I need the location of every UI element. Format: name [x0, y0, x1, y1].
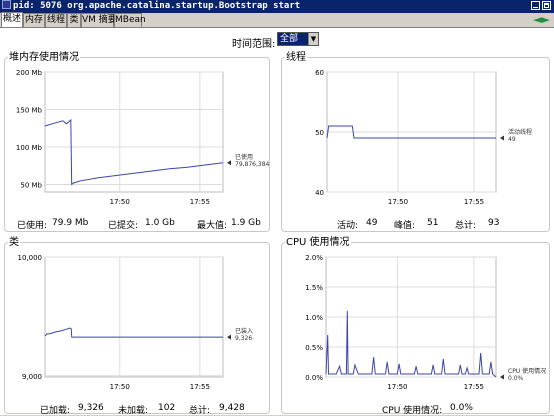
- classes-y-tick-label: 9,000: [22, 373, 42, 381]
- classes-loaded-label: 已加载:: [40, 406, 71, 416]
- classes-panel: 类 10,000 9,000 17:50 17:55 已装入 9,326 已加载: 9,3…: [4, 237, 271, 416]
- classes-legend-marker: [227, 334, 231, 340]
- heap-y-tick-label: 100 Mb: [16, 144, 43, 152]
- heap-x-tick-label: 17:50: [110, 198, 130, 206]
- threads-panel: 线程 60 50 40 17:50 17:55 活动线程 49 活动: 49 峰值: 51 …: [281, 52, 551, 232]
- threads-legend-marker: [500, 135, 504, 141]
- heap-stats: 已使用: 79.9 Mb 已提交: 1.0 Gb 最大值: 1.9 Gb: [5, 218, 271, 231]
- tab-mbean[interactable]: MBean: [114, 13, 146, 27]
- cpu-y-tick-label: 1.0%: [305, 314, 323, 322]
- app-icon: [2, 0, 11, 9]
- heap-legend-value: 79,876,384: [235, 161, 270, 168]
- threads-stats: 活动: 49 峰值: 51 总计: 93: [282, 218, 551, 231]
- tab-threads[interactable]: 线程: [45, 13, 67, 27]
- heap-max-label: 最大值:: [197, 221, 228, 231]
- cpu-legend-marker: [500, 374, 504, 380]
- overview-content: 时间范围: 全部 ▼ 堆内存使用情况 200 Mb 150 Mb 100 Mb 50 …: [0, 27, 554, 416]
- threads-total-value: 93: [488, 218, 500, 228]
- time-range-label: 时间范围:: [232, 39, 276, 50]
- cpu-y-tick-label: 0.5%: [305, 344, 323, 352]
- cpu-y-tick-label: 2.0%: [305, 254, 323, 262]
- tab-bar: 概述 内存 线程 类 VM 摘要 MBean: [0, 12, 554, 27]
- threads-peak-label: 峰值:: [394, 221, 416, 231]
- cpu-x-tick-label: 17:50: [387, 383, 407, 391]
- heap-x-tick-label: 17:55: [190, 198, 210, 206]
- threads-live-label: 活动:: [337, 221, 359, 231]
- tab-memory[interactable]: 内存: [23, 13, 45, 27]
- classes-chart: 10,000 9,000 17:50 17:55 已装入9,326: [18, 254, 254, 391]
- heap-legend-marker: [227, 160, 231, 166]
- threads-legend-value: 49: [508, 136, 516, 143]
- connection-status-icon[interactable]: ◄►: [533, 13, 550, 26]
- cpu-y-tick-label: 1.5%: [305, 284, 323, 292]
- heap-committed-value: 1.0 Gb: [145, 218, 175, 228]
- window-titlebar: pid: 5076 org.apache.catalina.startup.Bo…: [0, 0, 554, 13]
- time-range-select[interactable]: 全部 ▼: [277, 32, 319, 46]
- classes-x-tick-label: 17:55: [190, 383, 210, 391]
- cpu-legend-value: 0.0%: [508, 375, 524, 382]
- heap-used-value: 79.9 Mb: [52, 218, 89, 228]
- classes-stats: 已加载: 9,326 未加载: 102 总计: 9,428: [5, 403, 271, 416]
- heap-max-value: 1.9 Gb: [231, 218, 261, 228]
- heap-used-label: 已使用:: [17, 221, 48, 231]
- tab-overview[interactable]: 概述: [1, 12, 23, 27]
- classes-unloaded-value: 102: [158, 403, 176, 413]
- classes-legend-value: 9,326: [235, 335, 252, 342]
- classes-total-label: 总计:: [189, 406, 211, 416]
- tab-vm-summary[interactable]: VM 摘要: [81, 13, 117, 27]
- cpu-usage-label: CPU 使用情况:: [382, 406, 443, 416]
- cpu-y-tick-label: 0.0%: [305, 374, 323, 382]
- classes-unloaded-label: 未加载:: [118, 406, 149, 416]
- window-title: pid: 5076 org.apache.catalina.startup.Bo…: [13, 1, 301, 11]
- minimize-button[interactable]: [531, 1, 540, 10]
- threads-total-label: 总计:: [455, 221, 477, 231]
- classes-total-value: 9,428: [219, 403, 245, 413]
- threads-x-tick-label: 17:55: [464, 198, 484, 206]
- threads-chart: 60 50 40 17:50 17:55 活动线程49: [315, 69, 532, 206]
- tab-classes[interactable]: 类: [67, 13, 81, 27]
- heap-y-tick-label: 50 Mb: [20, 182, 42, 190]
- cpu-usage-value: 0.0%: [450, 403, 473, 413]
- threads-y-tick-label: 40: [315, 189, 324, 197]
- heap-legend-label: 已使用: [235, 153, 253, 161]
- threads-y-tick-label: 50: [315, 129, 324, 137]
- cpu-panel: CPU 使用情况 2.0% 1.5% 1.0% 0.5% 0.0% 17:50 17:55 C…: [281, 237, 551, 416]
- classes-x-tick-label: 17:50: [110, 383, 130, 391]
- cpu-chart: 2.0%1.5%1.0%0.5%0.0%17:50 17:55CPU 使用情况0.…: [305, 254, 546, 391]
- heap-chart: 200 Mb 150 Mb 100 Mb 50 Mb 17:50 17:55 已使用79,8…: [16, 69, 270, 206]
- threads-peak-value: 51: [427, 218, 439, 228]
- heap-memory-panel: 堆内存使用情况 200 Mb 150 Mb 100 Mb 50 Mb 17:50 17:5…: [4, 52, 271, 232]
- threads-y-tick-label: 60: [315, 69, 324, 77]
- threads-live-value: 49: [366, 218, 378, 228]
- restore-button[interactable]: [542, 1, 551, 10]
- classes-legend-label: 已装入: [235, 327, 253, 335]
- heap-y-tick-label: 150 Mb: [16, 107, 43, 115]
- classes-y-tick-label: 10,000: [18, 254, 43, 262]
- threads-legend-label: 活动线程: [508, 128, 532, 136]
- classes-loaded-value: 9,326: [78, 403, 104, 413]
- cpu-stats: CPU 使用情况: 0.0%: [282, 403, 551, 416]
- time-range-value: 全部: [280, 34, 299, 44]
- cpu-legend-label: CPU 使用情况: [508, 367, 546, 375]
- cpu-x-tick-label: 17:55: [464, 383, 484, 391]
- chevron-down-icon: ▼: [308, 33, 318, 45]
- heap-y-tick-label: 200 Mb: [16, 69, 43, 77]
- threads-x-tick-label: 17:50: [388, 198, 408, 206]
- classes-plot-area: [44, 256, 224, 378]
- heap-committed-label: 已提交:: [108, 221, 139, 231]
